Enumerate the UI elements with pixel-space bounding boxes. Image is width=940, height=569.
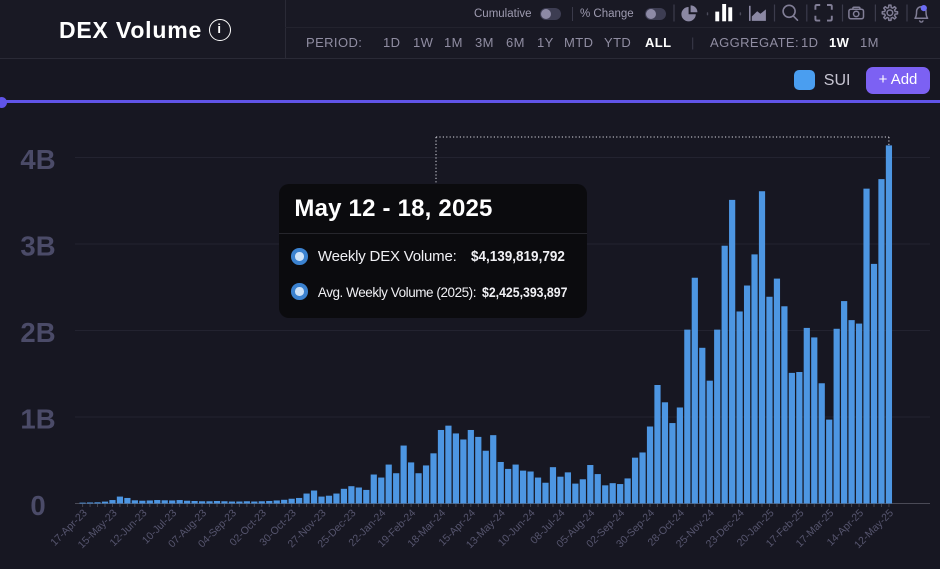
svg-text:1B: 1B [20, 403, 55, 434]
svg-text:0: 0 [30, 490, 45, 521]
svg-text:4B: 4B [20, 144, 55, 175]
svg-text:2B: 2B [20, 317, 55, 348]
svg-text:3B: 3B [20, 230, 55, 261]
